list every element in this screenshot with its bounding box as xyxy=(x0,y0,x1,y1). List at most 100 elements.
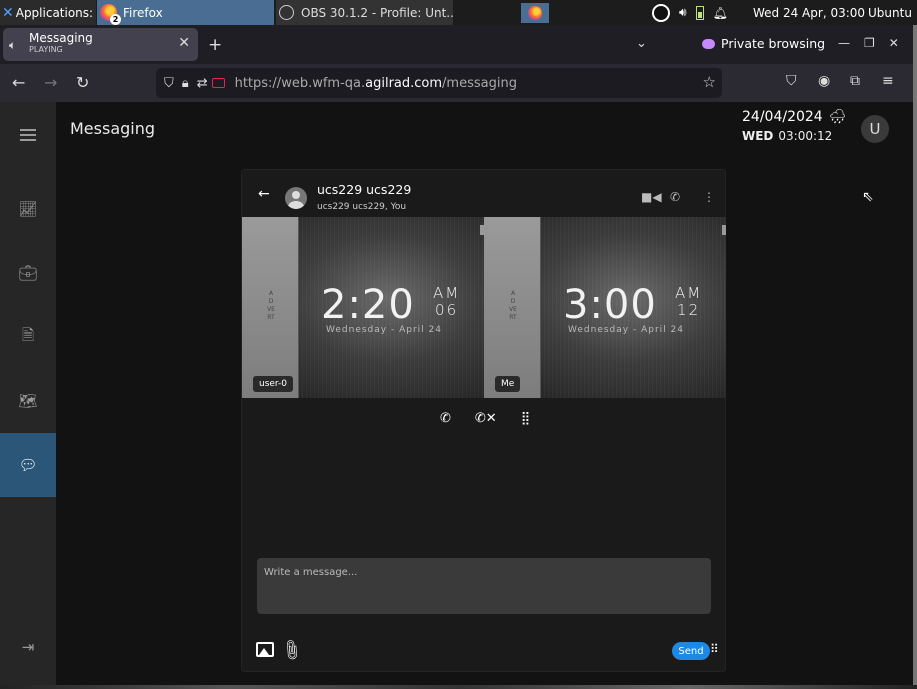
obs-icon xyxy=(279,5,294,20)
phone-icon[interactable]: ✆ xyxy=(440,411,451,426)
video-clock-time: 3:00 xyxy=(563,282,657,328)
volume-icon[interactable]: 🔊︎ xyxy=(679,5,687,20)
chart-line-icon: 📈︎ xyxy=(18,200,38,218)
dialpad-icon[interactable]: ⣿ xyxy=(521,411,531,426)
firefox-launcher-icon xyxy=(528,6,542,20)
tab-audio-playing-icon[interactable]: 🔈︎ xyxy=(9,38,16,53)
hamburger-icon xyxy=(20,129,36,141)
video-call-icon[interactable]: ■◀ xyxy=(641,190,662,204)
url-bar[interactable]: ⛉ 🔒︎ ⇄ https://web.wfm-qa.agilrad.com/me… xyxy=(156,68,722,98)
chat-header: ← ucs229 ucs229 ucs229 ucs229, You ■◀ ✆ … xyxy=(242,170,725,217)
video-clock-ampm: AM 12 xyxy=(675,285,702,319)
message-input[interactable]: Write a message... xyxy=(257,558,711,614)
firefox-icon: 2 xyxy=(100,4,121,25)
logout-icon: ⇥ xyxy=(21,638,35,656)
applications-separator: : xyxy=(89,5,94,20)
video-clock-am: AM xyxy=(675,284,703,302)
video-clock: 2:20 AM 06 xyxy=(321,282,458,328)
video-clock-seconds: 06 xyxy=(435,301,459,319)
attachment-icon[interactable]: 📎︎ xyxy=(278,637,304,663)
applications-label: Applications xyxy=(15,5,90,20)
video-tile-self[interactable]: ADVERT 3:00 AM 12 Wednesday - April 24 Me xyxy=(484,217,726,398)
sidebar-item-messaging[interactable]: 💬︎ xyxy=(0,433,56,497)
desktop-edge xyxy=(913,25,917,689)
camera-sharing-icon[interactable] xyxy=(211,78,225,88)
applications-menu[interactable]: ✕ Applications : xyxy=(0,0,96,25)
advert-panel: ADVERT xyxy=(484,217,541,398)
restore-icon[interactable]: ❐ xyxy=(864,36,875,50)
forward-icon[interactable]: → xyxy=(44,73,57,92)
rain-cloud-icon: 🌧︎ xyxy=(828,109,847,125)
sidebar-item-map[interactable]: 🗺︎ xyxy=(0,369,56,433)
sidebar-item-analytics[interactable]: 📈︎ xyxy=(0,177,56,241)
sidebar-item-logout[interactable]: ⇥ xyxy=(0,615,56,679)
url-text: https://web.wfm-qa.agilrad.com/messaging xyxy=(234,75,517,91)
advert-text: ADVERT xyxy=(267,290,275,321)
mouse-cursor-icon: ⇖ xyxy=(862,189,874,205)
voice-call-icon[interactable]: ✆ xyxy=(670,190,680,204)
minimize-icon[interactable]: — xyxy=(838,36,850,50)
chat-bubble-icon: 💬︎ xyxy=(18,456,38,474)
reload-icon[interactable]: ↻ xyxy=(76,73,89,92)
obs-tray-icon[interactable] xyxy=(652,3,670,22)
pocket-icon[interactable]: ⛉ xyxy=(786,73,797,89)
video-grid: ADVERT 2:20 AM 06 Wednesday - April 24 us… xyxy=(242,217,726,398)
advert-text: ADVERT xyxy=(509,290,517,321)
battery-icon[interactable] xyxy=(695,5,704,20)
chat-participants: ucs229 ucs229, You xyxy=(317,202,407,212)
advert-panel: ADVERT xyxy=(242,217,299,398)
taskbar-firefox-label: Firefox xyxy=(123,5,163,20)
video-tile-label: user-0 xyxy=(253,376,294,392)
date-time-widget: 24/04/2024 🌧︎ WED 03:00:12 xyxy=(742,109,846,143)
sidebar-menu-toggle[interactable] xyxy=(0,103,56,167)
end-call-icon[interactable]: ✆✕ xyxy=(475,411,497,426)
video-tile-remote[interactable]: ADVERT 2:20 AM 06 Wednesday - April 24 us… xyxy=(242,217,484,398)
private-browsing-indicator: Private browsing xyxy=(702,36,825,51)
notification-bell-icon[interactable]: 🔔︎ xyxy=(713,6,728,20)
current-weekday: WED xyxy=(742,129,774,143)
contact-avatar xyxy=(285,187,307,209)
sidebar-item-documents[interactable]: 🗎 xyxy=(0,305,56,369)
messaging-app: 📈︎ 💼︎ 🗎 🗺︎ 💬︎ ⇥ Messaging 24/04/2024 🌧︎ … xyxy=(0,102,913,685)
user-avatar[interactable]: U xyxy=(861,115,889,143)
chat-panel: ← ucs229 ucs229 ucs229 ucs229, You ■◀ ✆ … xyxy=(241,169,726,672)
tab-close-icon[interactable]: ✕ xyxy=(178,35,190,51)
video-clock: 3:00 AM 12 xyxy=(563,282,700,328)
close-window-icon[interactable]: ✕ xyxy=(889,36,899,50)
back-icon[interactable]: ← xyxy=(12,73,25,92)
private-mask-icon xyxy=(702,38,715,49)
browser-nav-bar: ← → ↻ ⛉ 🔒︎ ⇄ https://web.wfm-qa.agilrad.… xyxy=(0,64,917,102)
browser-tab-messaging[interactable]: 🔈︎ Messaging PLAYING ✕ xyxy=(3,28,198,61)
account-icon[interactable]: ◉ xyxy=(818,73,830,89)
taskbar-obs-button[interactable]: OBS 30.1.2 - Profile: Unt... xyxy=(276,0,453,25)
taskbar-clock[interactable]: Wed 24 Apr, 03:00 xyxy=(753,0,865,25)
send-button[interactable]: Send xyxy=(672,642,710,660)
taskbar-obs-label: OBS 30.1.2 - Profile: Unt... xyxy=(301,5,453,20)
sidebar: 📈︎ 💼︎ 🗎 🗺︎ 💬︎ ⇥ xyxy=(0,102,56,685)
taskbar-firefox-launcher[interactable] xyxy=(521,3,549,23)
send-options-icon[interactable]: ⠿ xyxy=(710,642,719,656)
call-controls: ✆ ✆✕ ⣿ xyxy=(440,411,530,426)
window-controls: — ❐ ✕ xyxy=(838,36,899,50)
app-menu-icon[interactable]: ≡ xyxy=(882,73,894,89)
chat-back-icon[interactable]: ← xyxy=(258,186,270,202)
bookmark-star-icon[interactable]: ☆ xyxy=(703,73,716,91)
more-options-icon[interactable]: ⋮ xyxy=(703,190,715,204)
lock-icon[interactable]: 🔒︎ xyxy=(182,76,189,91)
image-upload-icon[interactable] xyxy=(256,642,274,657)
video-clock-seconds: 12 xyxy=(677,301,701,319)
extensions-icon[interactable]: ⧉ xyxy=(850,73,860,89)
video-clock-ampm: AM 06 xyxy=(433,285,460,319)
new-tab-icon[interactable]: + xyxy=(208,35,222,55)
document-icon: 🗎 xyxy=(21,325,35,344)
taskbar-firefox-button[interactable]: 2 Firefox xyxy=(97,0,274,25)
tracking-shield-icon[interactable]: ⛉ xyxy=(164,76,174,91)
sidebar-item-jobs[interactable]: 💼︎ xyxy=(0,241,56,305)
video-tile-edge xyxy=(722,225,726,235)
permissions-icon[interactable]: ⇄ xyxy=(197,76,208,91)
chat-contact-name: ucs229 ucs229 xyxy=(317,182,412,197)
taskbar-user[interactable]: Ubuntu xyxy=(868,0,912,25)
briefcase-icon: 💼︎ xyxy=(18,264,38,282)
tab-title: Messaging xyxy=(29,31,93,45)
tab-list-chevron-icon[interactable]: ⌄ xyxy=(636,36,647,51)
